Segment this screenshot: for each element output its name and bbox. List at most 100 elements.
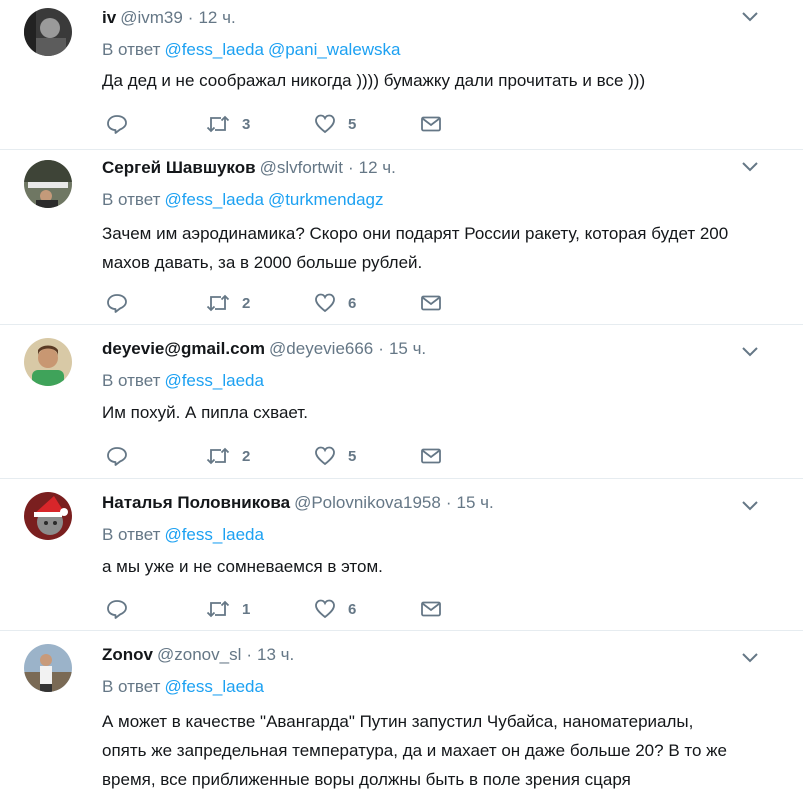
reply-button[interactable] bbox=[106, 597, 128, 621]
retweet-icon bbox=[206, 447, 230, 465]
reply-prefix: В ответ bbox=[102, 677, 161, 696]
username[interactable]: @ivm39 bbox=[120, 8, 183, 27]
avatar[interactable] bbox=[24, 8, 72, 56]
heart-icon bbox=[315, 114, 335, 134]
chevron-down-icon[interactable] bbox=[741, 160, 759, 174]
reply-icon bbox=[107, 600, 127, 619]
tweet-actions: 2 6 bbox=[106, 291, 446, 315]
reply-context: В ответ @fess_laeda bbox=[102, 369, 264, 393]
separator-dot: · bbox=[445, 493, 452, 512]
reply-context: В ответ @fess_laeda @turkmendagz bbox=[102, 188, 383, 212]
retweet-icon bbox=[206, 600, 230, 618]
separator-dot: · bbox=[187, 8, 194, 27]
tweet-header: Сергей Шавшуков @slvfortwit · 12 ч. bbox=[102, 156, 396, 180]
avatar[interactable] bbox=[24, 338, 72, 386]
envelope-icon bbox=[421, 116, 441, 132]
reply-prefix: В ответ bbox=[102, 371, 161, 390]
retweet-count: 2 bbox=[242, 294, 251, 312]
like-button[interactable]: 6 bbox=[314, 291, 356, 315]
separator-dot: · bbox=[347, 158, 354, 177]
retweet-button[interactable]: 1 bbox=[206, 597, 250, 621]
mention-link[interactable]: @fess_laeda bbox=[164, 371, 264, 390]
tweet[interactable]: Наталья Половникова @Polovnikova1958 · 15 ч… bbox=[0, 479, 803, 631]
mention-link[interactable]: @fess_laeda bbox=[164, 677, 264, 696]
tweet-actions: 2 5 bbox=[106, 444, 446, 468]
mention-link[interactable]: @fess_laeda bbox=[164, 525, 264, 544]
like-count: 5 bbox=[348, 115, 357, 133]
username[interactable]: @slvfortwit bbox=[260, 158, 343, 177]
fullname[interactable]: iv bbox=[102, 8, 116, 27]
tweet-text: Им похуй. А пипла схвает. bbox=[102, 403, 308, 422]
timestamp[interactable]: 12 ч. bbox=[359, 158, 396, 177]
reply-context: В ответ @fess_laeda @pani_walewska bbox=[102, 38, 401, 62]
direct-message-button[interactable] bbox=[420, 291, 442, 315]
username[interactable]: @zonov_sl bbox=[157, 645, 241, 664]
tweet-text: Зачем им аэродинамика? Скоро они подарят… bbox=[102, 224, 729, 272]
tweet[interactable]: deyevie@gmail.com @deyevie666 · 15 ч. В отв… bbox=[0, 325, 803, 479]
tweet-header: iv @ivm39 · 12 ч. bbox=[102, 6, 236, 30]
reply-prefix: В ответ bbox=[102, 190, 161, 209]
fullname[interactable]: Сергей Шавшуков bbox=[102, 158, 256, 177]
mention-link[interactable]: @fess_laeda bbox=[164, 190, 264, 209]
like-count: 6 bbox=[348, 294, 357, 312]
like-count: 5 bbox=[348, 447, 357, 465]
fullname[interactable]: deyevie@gmail.com bbox=[102, 339, 265, 358]
tweet-header: deyevie@gmail.com @deyevie666 · 15 ч. bbox=[102, 337, 426, 361]
chevron-down-icon[interactable] bbox=[741, 499, 759, 513]
envelope-icon bbox=[421, 295, 441, 311]
mention-link[interactable]: @fess_laeda bbox=[164, 40, 264, 59]
tweet-header: Zonov @zonov_sl · 13 ч. bbox=[102, 643, 294, 667]
mention-link[interactable]: @turkmendagz bbox=[268, 190, 384, 209]
tweet-text: Да дед и не соображал никогда )))) бумаж… bbox=[102, 71, 646, 90]
timestamp[interactable]: 15 ч. bbox=[389, 339, 426, 358]
tweet-header: Наталья Половникова @Polovnikova1958 · 15 ч… bbox=[102, 491, 494, 515]
avatar[interactable] bbox=[24, 160, 72, 208]
retweet-count: 1 bbox=[242, 600, 251, 618]
like-button[interactable]: 6 bbox=[314, 597, 356, 621]
chevron-down-icon[interactable] bbox=[741, 651, 759, 665]
tweet[interactable]: Сергей Шавшуков @slvfortwit · 12 ч. В ответ… bbox=[0, 150, 803, 325]
avatar[interactable] bbox=[24, 644, 72, 692]
retweet-count: 2 bbox=[242, 447, 251, 465]
reply-prefix: В ответ bbox=[102, 40, 161, 59]
direct-message-button[interactable] bbox=[420, 597, 442, 621]
envelope-icon bbox=[421, 448, 441, 464]
retweet-button[interactable]: 3 bbox=[206, 112, 250, 136]
chevron-down-icon[interactable] bbox=[741, 10, 759, 24]
retweet-button[interactable]: 2 bbox=[206, 444, 250, 468]
reply-icon bbox=[107, 294, 127, 313]
tweet[interactable]: Zonov @zonov_sl · 13 ч. В ответ @fess_laeda … bbox=[0, 631, 803, 791]
tweet[interactable]: iv @ivm39 · 12 ч. В ответ @fess_laeda @pani_w… bbox=[0, 0, 803, 150]
timestamp[interactable]: 15 ч. bbox=[456, 493, 493, 512]
reply-button[interactable] bbox=[106, 444, 128, 468]
avatar[interactable] bbox=[24, 492, 72, 540]
timestamp[interactable]: 13 ч. bbox=[257, 645, 294, 664]
mention-link[interactable]: @pani_walewska bbox=[268, 40, 401, 59]
timestamp[interactable]: 12 ч. bbox=[198, 8, 235, 27]
username[interactable]: @Polovnikova1958 bbox=[294, 493, 441, 512]
separator-dot: · bbox=[378, 339, 384, 358]
retweet-count: 3 bbox=[242, 115, 251, 133]
reply-prefix: В ответ bbox=[102, 525, 161, 544]
tweet-actions: 3 5 bbox=[106, 112, 446, 136]
like-button[interactable]: 5 bbox=[314, 112, 356, 136]
retweet-icon bbox=[206, 115, 230, 133]
direct-message-button[interactable] bbox=[420, 112, 442, 136]
heart-icon bbox=[315, 599, 335, 619]
tweet-text: а мы уже и не сомневаемся в этом. bbox=[102, 557, 383, 576]
tweet-text: А может в качестве "Авангарда" Путин зап… bbox=[102, 712, 727, 789]
reply-button[interactable] bbox=[106, 112, 128, 136]
reply-button[interactable] bbox=[106, 291, 128, 315]
reply-icon bbox=[107, 115, 127, 134]
separator-dot: · bbox=[246, 645, 253, 664]
reply-icon bbox=[107, 447, 127, 466]
like-button[interactable]: 5 bbox=[314, 444, 356, 468]
direct-message-button[interactable] bbox=[420, 444, 442, 468]
chevron-down-icon[interactable] bbox=[741, 345, 759, 359]
fullname[interactable]: Наталья Половникова bbox=[102, 493, 290, 512]
username[interactable]: @deyevie666 bbox=[269, 339, 373, 358]
retweet-button[interactable]: 2 bbox=[206, 291, 250, 315]
fullname[interactable]: Zonov bbox=[102, 645, 153, 664]
reply-context: В ответ @fess_laeda bbox=[102, 523, 264, 547]
tweet-actions: 1 6 bbox=[106, 597, 446, 621]
